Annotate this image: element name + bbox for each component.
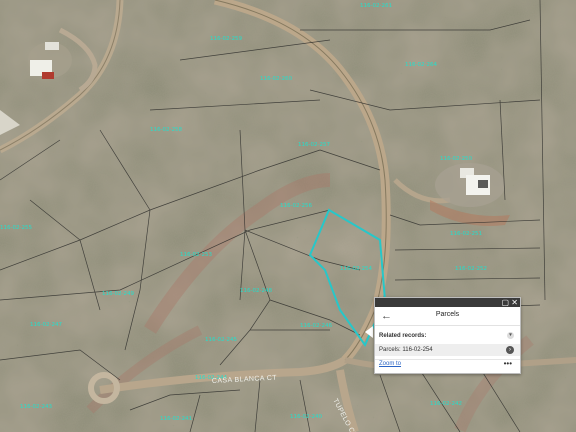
related-records-label: Related records: (379, 333, 427, 339)
parcel-label: 116-02-261 (360, 3, 392, 9)
chevron-down-icon[interactable]: ▾ (507, 332, 514, 339)
parcel-label: 116-02-260 (260, 76, 292, 82)
parcel-label: 116-02-256 (280, 203, 312, 209)
parcel-label: 116-02-254 (340, 266, 372, 272)
parcel-label: 116-02-264 (405, 62, 437, 68)
popup-header: ← Parcels (375, 307, 520, 326)
popup-pointer (365, 326, 373, 338)
parcel-label: 116-02-247 (30, 322, 62, 328)
parcel-label: 116-02-258 (150, 127, 182, 133)
parcel-label: 116-02-249 (102, 291, 134, 297)
parcel-label: 116-02-246 (300, 323, 332, 329)
parcel-label: 116-02-241 (160, 416, 192, 422)
related-record-parcel[interactable]: Parcels: 116-02-254 › (375, 344, 520, 356)
popup-footer: Zoom to ••• (375, 359, 520, 371)
close-icon[interactable]: ✕ (511, 298, 518, 307)
parcel-label: 116-02-251 (450, 231, 482, 237)
parcel-label: 116-02-242 (430, 401, 462, 407)
parcel-label: 116-02-259 (210, 36, 242, 42)
maximize-icon[interactable]: ▢ (501, 298, 509, 307)
popup-title: Parcels (435, 311, 460, 318)
popup-toolbar: ▢ ✕ (375, 298, 520, 307)
chevron-right-icon[interactable]: › (506, 346, 514, 354)
parcel-label: 116-02-252 (455, 266, 487, 272)
parcel-label: 116-02-240 (290, 414, 322, 420)
zoom-to-link[interactable]: Zoom to (379, 361, 401, 367)
parcel-label: 116-02-253 (180, 252, 212, 258)
related-records-row[interactable]: Related records: ▾ (375, 330, 520, 342)
parcel-label: 116-02-245 (205, 337, 237, 343)
parcel-record-label: Parcels: 116-02-254 (379, 347, 433, 353)
parcel-label: 116-02-250 (440, 156, 472, 162)
more-options-icon[interactable]: ••• (504, 360, 512, 368)
parcel-label: 116-02-243 (20, 404, 52, 410)
parcel-popup: ▢ ✕ ← Parcels Related records: ▾ Parcels… (374, 297, 521, 374)
parcel-label: 116-02-257 (298, 142, 330, 148)
parcel-label: 116-02-248 (240, 288, 272, 294)
parcel-label: 116-02-255 (0, 225, 32, 231)
